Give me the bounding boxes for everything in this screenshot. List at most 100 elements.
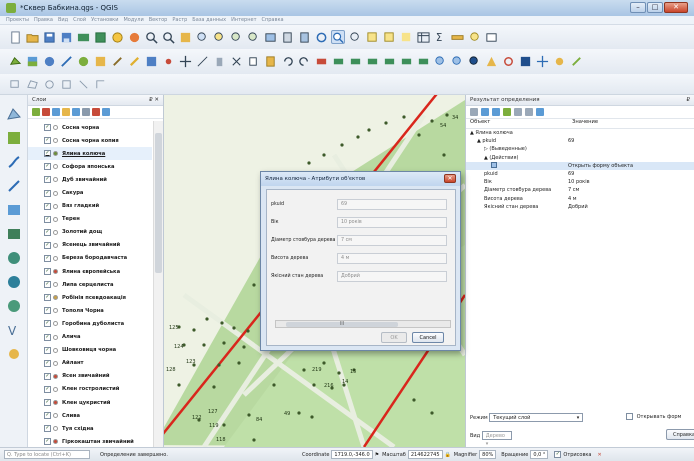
layer-item[interactable]: ✓ Слива [28, 409, 152, 422]
scale-field[interactable]: 214622745 [407, 450, 443, 459]
add-postgis-layer-icon[interactable] [42, 55, 56, 69]
paste-features-icon[interactable] [263, 55, 277, 69]
layer-item[interactable]: ✓ Ялина європейська [28, 265, 152, 278]
zoom-last-icon[interactable] [229, 30, 243, 44]
layer-item[interactable]: ✓ Ялина колюча [28, 147, 152, 161]
cancel-button[interactable]: Cancel [412, 332, 444, 343]
current-edits-icon[interactable] [110, 55, 124, 69]
add-wcs-layer-icon[interactable] [93, 55, 107, 69]
layer-item[interactable]: ✓ Вяз гладкий [28, 200, 152, 213]
add-group-icon[interactable] [42, 108, 50, 116]
zoom-full-icon[interactable] [178, 30, 192, 44]
layer-visibility-checkbox[interactable]: ✓ [44, 399, 51, 407]
layer-item[interactable]: ✓ Ясен звичайний [28, 370, 152, 383]
layer-visibility-checkbox[interactable]: ✓ [44, 176, 51, 184]
select-features-icon[interactable] [365, 30, 379, 44]
identify-row[interactable]: Діаметр стовбура дерева 7 см [466, 186, 694, 194]
remove-layer-icon[interactable] [92, 108, 100, 116]
field-value-input[interactable]: 10 років [337, 216, 447, 228]
locate-search-input[interactable]: Q. Type to locate (Ctrl+K) [4, 450, 90, 459]
zoom-next-icon[interactable] [246, 30, 260, 44]
layer-visibility-checkbox[interactable]: ✓ [44, 254, 51, 262]
label-diagram-icon[interactable] [416, 55, 430, 69]
delete-selected-icon[interactable] [212, 55, 226, 69]
collapse-all-icon[interactable] [82, 108, 90, 116]
identify-row[interactable]: Висота дерева 4 м [466, 195, 694, 203]
cut-features-icon[interactable] [229, 55, 243, 69]
move-feature-icon[interactable] [178, 55, 192, 69]
label-pin-icon[interactable] [331, 55, 345, 69]
label-rotate-icon[interactable] [382, 55, 396, 69]
layer-visibility-checkbox[interactable]: ✓ [44, 307, 51, 315]
layer-item[interactable]: ✓ Шовковиця чорна [28, 344, 152, 357]
measure-icon[interactable] [450, 30, 464, 44]
add-vector-icon[interactable] [5, 105, 23, 123]
action-form-icon[interactable] [491, 161, 497, 168]
layer-item[interactable]: ✓ Сакура [28, 186, 152, 199]
layer-item[interactable]: ✓ Алича [28, 331, 152, 344]
layer-up-icon[interactable] [102, 108, 110, 116]
view-select[interactable]: Дерево ▾ [481, 431, 512, 447]
menu-database[interactable]: База данных [192, 17, 226, 23]
select-location-icon[interactable] [76, 77, 90, 91]
identify-features-icon[interactable] [331, 30, 345, 44]
search-osm-icon[interactable] [450, 55, 464, 69]
render-checkbox[interactable]: ✓ [554, 451, 562, 458]
menu-edit[interactable]: Правка [34, 17, 53, 23]
mode-select[interactable]: Текущий слой ▾ [489, 413, 584, 422]
field-value-input[interactable]: 4 м [337, 252, 447, 264]
layer-visibility-checkbox[interactable]: ✓ [44, 281, 51, 289]
add-wms-layer-icon[interactable] [76, 55, 90, 69]
identify-row[interactable]: ▷ (Выведенные) [466, 145, 694, 153]
attribute-table-icon[interactable] [416, 30, 430, 44]
lock-scale-icon[interactable]: 🔒 [445, 452, 451, 458]
bookmark-icon[interactable] [280, 30, 294, 44]
layer-item[interactable]: ✓ Робінія псевдоакація [28, 291, 152, 304]
zoom-out-icon[interactable] [161, 30, 175, 44]
add-wms-icon[interactable] [5, 249, 23, 267]
layer-item[interactable]: ✓ Горобина дуболиста [28, 317, 152, 330]
ok-button[interactable]: OK [381, 332, 407, 343]
copy-features-icon[interactable] [246, 55, 260, 69]
identify-row[interactable]: Открыть форму объекта [466, 161, 694, 170]
new-shapefile-icon[interactable] [5, 345, 23, 363]
dialog-horizontal-scrollbar[interactable]: III [275, 320, 451, 328]
label-move-icon[interactable] [365, 55, 379, 69]
add-vector-layer-icon[interactable] [8, 55, 22, 69]
magnifier-field[interactable]: 80% [479, 450, 497, 459]
manage-visibility-icon[interactable] [52, 108, 60, 116]
identify-row[interactable]: pkuid 69 [466, 170, 694, 178]
add-wfs-icon[interactable] [5, 297, 23, 315]
select-radius-icon[interactable] [59, 77, 73, 91]
menu-view[interactable]: Вид [58, 17, 68, 23]
label-show-icon[interactable] [348, 55, 362, 69]
layer-visibility-checkbox[interactable]: ✓ [44, 215, 51, 223]
layer-visibility-checkbox[interactable]: ✓ [44, 372, 51, 380]
zoom-selection-icon[interactable] [212, 30, 226, 44]
layer-item[interactable]: ✓ Клен цукристий [28, 396, 152, 409]
plugin-2-icon[interactable] [569, 55, 583, 69]
expand-tree-icon[interactable] [470, 108, 478, 116]
layer-item[interactable]: ✓ Сосна чорна [28, 121, 152, 134]
search-web-icon[interactable] [433, 55, 447, 69]
save-project-icon[interactable] [42, 30, 56, 44]
action-icon[interactable] [348, 30, 362, 44]
coordinate-capture-icon[interactable] [501, 55, 515, 69]
identify-mode-icon[interactable] [536, 108, 544, 116]
layer-visibility-checkbox[interactable]: ✓ [44, 228, 51, 236]
maximize-button[interactable]: □ [647, 2, 663, 13]
print-composer-icon[interactable] [76, 30, 90, 44]
dialog-scroll-thumb[interactable]: III [286, 322, 398, 327]
select-polygon-icon[interactable] [25, 77, 39, 91]
plugin-manager-icon[interactable] [535, 55, 549, 69]
new-map-view-icon[interactable] [263, 30, 277, 44]
layer-visibility-checkbox[interactable]: ✓ [44, 320, 51, 328]
statistics-icon[interactable]: Σ [433, 30, 447, 44]
layer-item[interactable]: ✓ Тополя Чорна [28, 304, 152, 317]
open-project-icon[interactable] [25, 30, 39, 44]
pan-icon[interactable] [110, 30, 124, 44]
layer-item[interactable]: ✓ Терен [28, 213, 152, 226]
layer-visibility-checkbox[interactable]: ✓ [44, 412, 51, 420]
identify-row[interactable]: ▲ pkuid 69 [466, 137, 694, 145]
zoom-in-icon[interactable] [144, 30, 158, 44]
